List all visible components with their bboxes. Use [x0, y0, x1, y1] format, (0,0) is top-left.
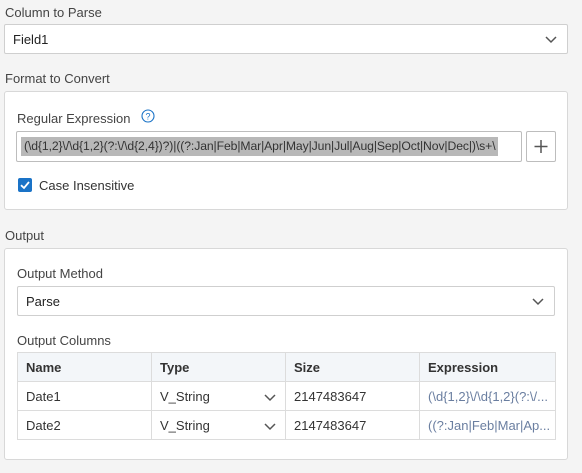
- column-to-parse-select[interactable]: Field1: [4, 24, 568, 54]
- chevron-down-icon: [264, 394, 276, 402]
- output-method-label: Output Method: [17, 266, 103, 281]
- regex-label: Regular Expression: [17, 111, 131, 126]
- output-columns-label: Output Columns: [17, 333, 111, 348]
- check-icon: [20, 181, 30, 190]
- column-to-parse-value: Field1: [13, 31, 49, 47]
- row-expression-cell[interactable]: ((?:Jan|Feb|Mar|Ap...: [419, 410, 556, 440]
- svg-text:?: ?: [145, 112, 150, 122]
- add-expression-button[interactable]: [526, 131, 556, 162]
- output-title: Output: [5, 228, 45, 243]
- regex-input-value: (\d{1,2}\/\d{1,2}(?:\/\d{2,4})?)|((?:Jan…: [21, 137, 499, 156]
- table-row[interactable]: Date2 V_String 2147483647 ((?:Jan|Feb|Ma…: [17, 410, 556, 440]
- row-type-select[interactable]: V_String: [151, 410, 286, 440]
- case-insensitive-label: Case Insensitive: [39, 178, 135, 193]
- column-header-name[interactable]: Name: [17, 352, 152, 382]
- format-to-convert-title: Format to Convert: [5, 71, 110, 86]
- column-to-parse-title: Column to Parse: [5, 5, 102, 20]
- format-to-convert-panel: Regular Expression ? (\d{1,2}\/\d{1,2}(?…: [4, 91, 568, 210]
- chevron-down-icon: [545, 36, 557, 44]
- help-icon[interactable]: ?: [141, 109, 155, 123]
- table-row[interactable]: Date1 V_String 2147483647 (\d{1,2}\/\d{1…: [17, 381, 556, 411]
- chevron-down-icon: [532, 298, 544, 306]
- output-columns-table: Name Type Size Expression Date1 V_String…: [17, 352, 556, 440]
- row-name-cell[interactable]: Date1: [17, 381, 152, 411]
- table-header-row: Name Type Size Expression: [17, 352, 556, 382]
- output-method-select[interactable]: Parse: [17, 286, 555, 316]
- row-expression-cell[interactable]: (\d{1,2}\/\d{1,2}(?:\/...: [419, 381, 556, 411]
- column-header-expression[interactable]: Expression: [419, 352, 556, 382]
- chevron-down-icon: [264, 423, 276, 431]
- row-type-value: V_String: [160, 417, 210, 433]
- case-insensitive-checkbox[interactable]: [18, 178, 32, 192]
- plus-icon: [534, 140, 548, 153]
- output-panel: Output Method Parse Output Columns Name …: [4, 248, 568, 460]
- row-type-value: V_String: [160, 388, 210, 404]
- column-header-size[interactable]: Size: [285, 352, 420, 382]
- row-type-select[interactable]: V_String: [151, 381, 286, 411]
- row-size-cell[interactable]: 2147483647: [285, 410, 420, 440]
- output-method-value: Parse: [26, 293, 60, 309]
- regex-input[interactable]: (\d{1,2}\/\d{1,2}(?:\/\d{2,4})?)|((?:Jan…: [16, 131, 522, 162]
- row-size-cell[interactable]: 2147483647: [285, 381, 420, 411]
- row-name-cell[interactable]: Date2: [17, 410, 152, 440]
- column-header-type[interactable]: Type: [151, 352, 286, 382]
